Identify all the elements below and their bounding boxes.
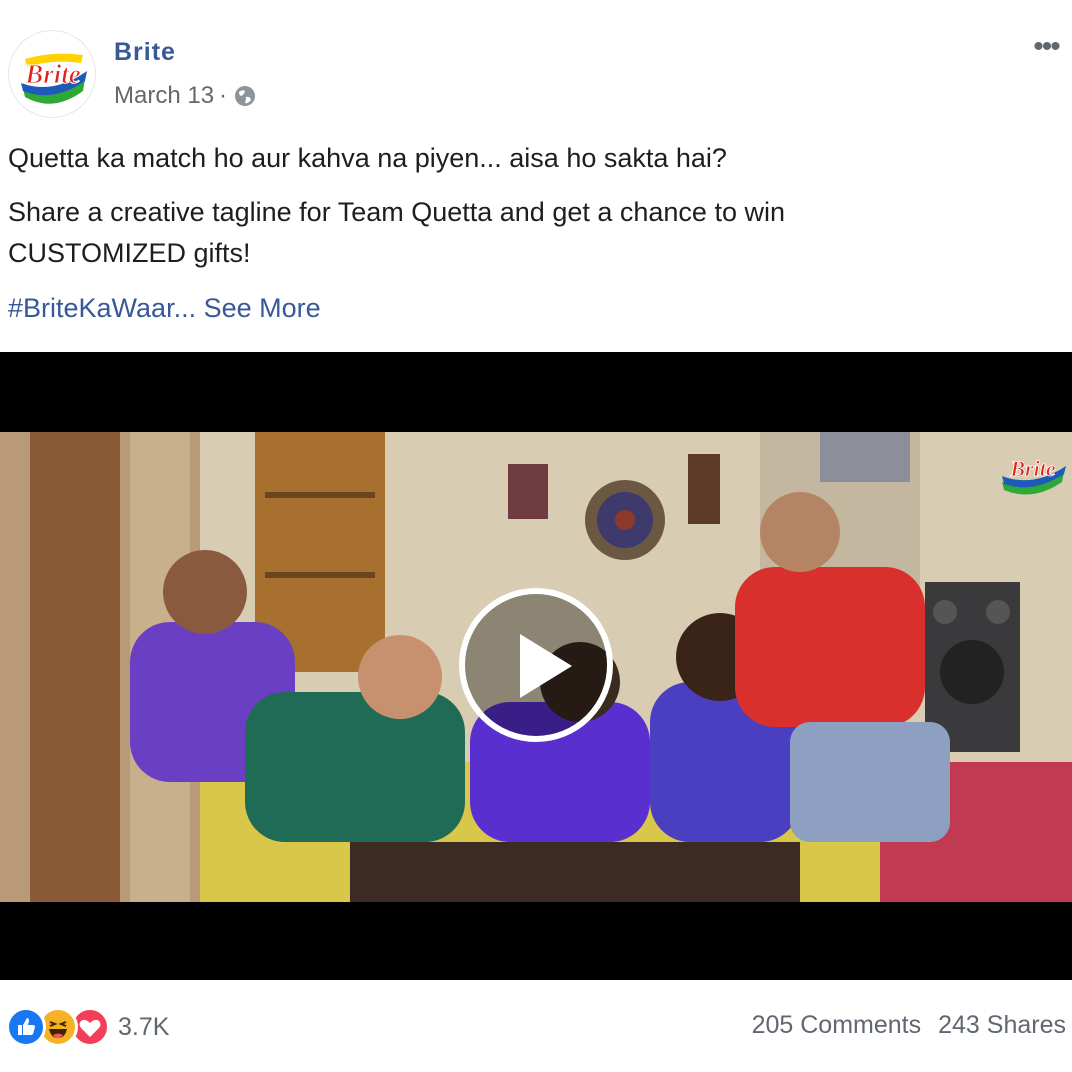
post-text-line-1: Quetta ka match ho aur kahva na piyen...… bbox=[8, 143, 727, 173]
reaction-count: 3.7K bbox=[118, 1012, 170, 1041]
shares-count-link[interactable]: 243 Shares bbox=[938, 1011, 1066, 1040]
post-text-line-3: #BriteKaWaar... See More bbox=[8, 288, 321, 329]
play-icon bbox=[520, 634, 572, 698]
more-options-button[interactable]: ••• bbox=[1020, 30, 1072, 64]
more-options-icon: ••• bbox=[1033, 30, 1060, 63]
post-header: Brite Brite March 13 · ••• bbox=[0, 0, 1072, 130]
engagement-stats: 205 Comments 243 Shares bbox=[752, 1011, 1066, 1040]
globe-icon[interactable] bbox=[233, 84, 257, 108]
logo-text: Brite bbox=[24, 59, 81, 89]
post-date[interactable]: March 13 bbox=[114, 82, 214, 110]
page-name-link[interactable]: Brite bbox=[114, 38, 176, 67]
post-footer: 3.7K 205 Comments 243 Shares bbox=[0, 985, 1072, 1072]
play-button[interactable] bbox=[459, 588, 613, 742]
hashtag-link[interactable]: #BriteKaWaar... bbox=[8, 293, 196, 323]
post-text-line-2: Share a creative tagline for Team Quetta… bbox=[8, 197, 785, 268]
like-icon bbox=[6, 1007, 46, 1047]
see-more-link[interactable]: See More bbox=[204, 293, 321, 323]
video-brite-logo: Brite bbox=[1002, 456, 1066, 495]
meta-separator: · bbox=[219, 82, 228, 109]
page-avatar[interactable]: Brite bbox=[8, 30, 96, 118]
brite-logo: Brite bbox=[21, 53, 87, 104]
video-player[interactable]: Brite bbox=[0, 352, 1072, 980]
reactions-summary[interactable]: 3.7K bbox=[6, 1007, 169, 1047]
comments-count-link[interactable]: 205 Comments bbox=[752, 1011, 922, 1040]
video-logo-text: Brite bbox=[1009, 456, 1055, 481]
post-meta: March 13 · bbox=[114, 82, 257, 110]
